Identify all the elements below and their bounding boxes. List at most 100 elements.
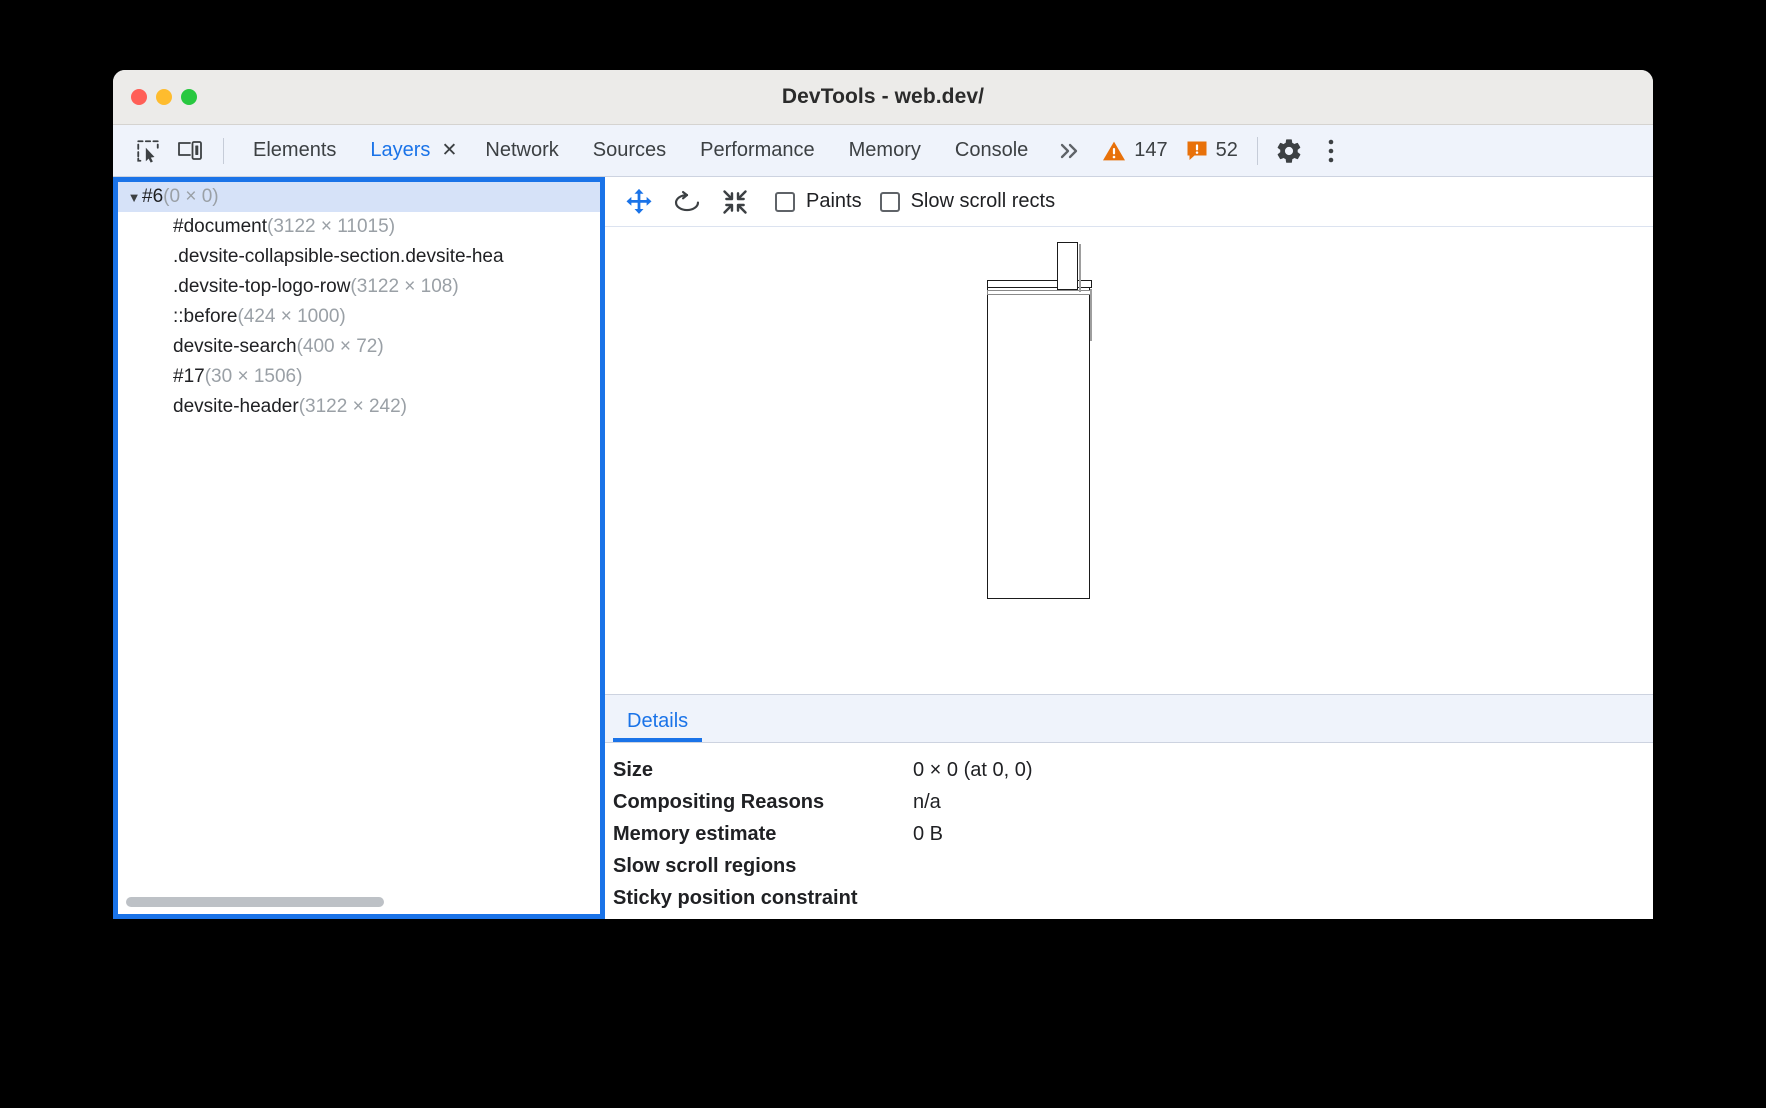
details-row-memory-estimate: Memory estimate 0 B (613, 823, 1653, 855)
devtools-window: DevTools - web.dev/ Elements Layers ✕ (113, 70, 1653, 919)
devtools-body: ▼ #6 (0 × 0) #document (3122 × 11015) .d… (113, 177, 1653, 919)
layer-tree[interactable]: ▼ #6 (0 × 0) #document (3122 × 11015) .d… (118, 182, 600, 914)
layer-node-name: #17 (173, 366, 205, 388)
details-key: Slow scroll regions (613, 855, 913, 878)
error-square-icon (1186, 140, 1208, 162)
checkbox-box[interactable] (775, 192, 795, 212)
details-row-slow-scroll-regions: Slow scroll regions (613, 855, 1653, 887)
device-toolbar-icon[interactable] (169, 130, 211, 172)
rotate-mode-icon[interactable] (665, 182, 709, 222)
tab-details[interactable]: Details (613, 710, 702, 742)
window-title-bar: DevTools - web.dev/ (113, 70, 1653, 125)
layer-rect-search (1057, 242, 1078, 290)
tab-console[interactable]: Console (938, 125, 1045, 177)
close-icon[interactable]: ✕ (436, 125, 462, 177)
pan-mode-icon[interactable] (617, 182, 661, 222)
layer-rect-logo-row (987, 290, 1092, 295)
horizontal-scrollbar[interactable] (126, 897, 596, 907)
layer-node-dims: (3122 × 108) (350, 276, 458, 298)
tab-label: Layers (370, 139, 430, 162)
tab-label: Memory (849, 139, 921, 162)
tab-memory[interactable]: Memory (832, 125, 938, 177)
inspect-element-icon[interactable] (127, 130, 169, 172)
details-tabstrip: Details (605, 695, 1653, 743)
layer-node-name: devsite-header (173, 396, 299, 418)
tab-label: Network (485, 139, 558, 162)
layer-tree-row[interactable]: .devsite-collapsible-section.devsite-hea (118, 242, 600, 272)
window-title: DevTools - web.dev/ (113, 85, 1653, 109)
layer-node-dims: (424 × 1000) (237, 306, 345, 328)
warning-triangle-icon (1102, 140, 1126, 162)
layer-tree-row[interactable]: devsite-header (3122 × 242) (118, 392, 600, 422)
devtools-tabstrip: Elements Layers ✕ Network Sources Perfor… (113, 125, 1653, 177)
layer-node-dims: (400 × 72) (297, 336, 384, 358)
details-row-sticky-position-constraint: Sticky position constraint (613, 887, 1653, 919)
layer-3d-canvas[interactable] (605, 227, 1653, 694)
layer-tree-row[interactable]: #document (3122 × 11015) (118, 212, 600, 242)
tab-layers[interactable]: Layers (353, 125, 436, 177)
layer-tree-row[interactable]: ::before (424 × 1000) (118, 302, 600, 332)
gear-icon[interactable] (1268, 130, 1310, 172)
layer-node-name: #6 (142, 186, 163, 208)
details-row-compositing-reasons: Compositing Reasons n/a (613, 791, 1653, 823)
error-count: 52 (1216, 139, 1238, 162)
tab-performance[interactable]: Performance (683, 125, 832, 177)
checkbox-box[interactable] (880, 192, 900, 212)
layer-node-dims: (0 × 0) (163, 186, 218, 208)
details-value: 0 × 0 (at 0, 0) (913, 759, 1033, 782)
more-tabs-icon[interactable] (1045, 125, 1093, 177)
zoom-button[interactable] (181, 89, 197, 105)
scrollbar-thumb[interactable] (126, 897, 384, 907)
tab-sources[interactable]: Sources (576, 125, 683, 177)
layer-node-name: devsite-search (173, 336, 297, 358)
reset-view-icon[interactable] (713, 182, 757, 222)
kebab-menu-icon[interactable] (1310, 130, 1352, 172)
layer-tree-pane: ▼ #6 (0 × 0) #document (3122 × 11015) .d… (113, 177, 605, 919)
layer-node-name: .devsite-collapsible-section.devsite-hea (173, 246, 504, 268)
paints-checkbox[interactable]: Paints (775, 182, 862, 222)
tab-label: Console (955, 139, 1028, 162)
toolbar-divider (223, 138, 224, 164)
layer-node-name: .devsite-top-logo-row (173, 276, 350, 298)
details-value: n/a (913, 791, 941, 814)
layer-rect-document-edge (1090, 289, 1092, 341)
details-key: Size (613, 759, 913, 782)
checkbox-label: Paints (806, 190, 862, 213)
error-counter[interactable]: 52 (1177, 125, 1247, 177)
checkbox-label: Slow scroll rects (911, 190, 1055, 213)
tab-network[interactable]: Network (468, 125, 575, 177)
details-row-size: Size 0 × 0 (at 0, 0) (613, 759, 1653, 791)
minimize-button[interactable] (156, 89, 172, 105)
layer-node-name: #document (173, 216, 267, 238)
tab-label: Details (627, 710, 688, 732)
traffic-lights (113, 89, 197, 105)
details-pane: Details Size 0 × 0 (at 0, 0) Compositing… (605, 694, 1653, 919)
layer-tree-row[interactable]: #17 (30 × 1506) (118, 362, 600, 392)
details-value: 0 B (913, 823, 943, 846)
details-key: Compositing Reasons (613, 791, 913, 814)
layer-node-dims: (30 × 1506) (205, 366, 303, 388)
layer-tree-row-root[interactable]: ▼ #6 (0 × 0) (118, 182, 600, 212)
warning-counter[interactable]: 147 (1093, 125, 1176, 177)
layer-rect-document (987, 287, 1090, 599)
layer-viewer-pane: Paints Slow scroll rects (605, 177, 1653, 919)
layer-tree-row[interactable]: .devsite-top-logo-row (3122 × 108) (118, 272, 600, 302)
layer-tree-row[interactable]: devsite-search (400 × 72) (118, 332, 600, 362)
layer-node-dims: (3122 × 242) (299, 396, 407, 418)
layer-viewer-toolbar: Paints Slow scroll rects (605, 177, 1653, 227)
layer-node-name: ::before (173, 306, 237, 328)
toolbar-divider-right (1257, 137, 1258, 165)
layer-node-dims: (3122 × 11015) (267, 216, 395, 238)
tab-label: Sources (593, 139, 666, 162)
tab-elements[interactable]: Elements (236, 125, 353, 177)
details-list: Size 0 × 0 (at 0, 0) Compositing Reasons… (605, 743, 1653, 919)
layer-rect-search-edge (1079, 244, 1081, 292)
slow-scroll-rects-checkbox[interactable]: Slow scroll rects (880, 182, 1055, 222)
details-key: Sticky position constraint (613, 887, 913, 910)
details-key: Memory estimate (613, 823, 913, 846)
expand-arrow-icon[interactable]: ▼ (126, 190, 142, 205)
tab-label: Elements (253, 139, 336, 162)
tab-label: Performance (700, 139, 815, 162)
warning-count: 147 (1134, 139, 1167, 162)
close-button[interactable] (131, 89, 147, 105)
